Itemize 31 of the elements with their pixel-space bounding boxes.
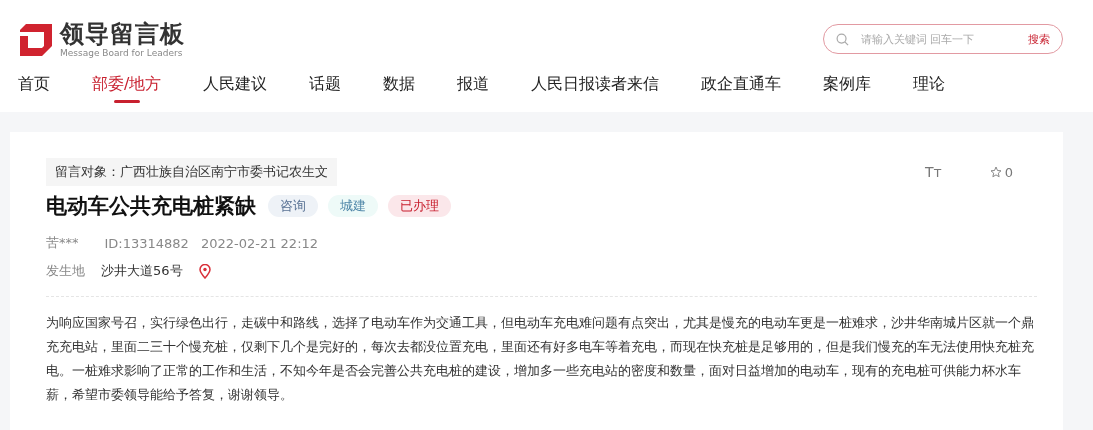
tag: 城建 [328, 195, 378, 217]
search-button[interactable]: 搜索 [1028, 31, 1050, 47]
star-icon [989, 166, 1002, 178]
message-title: 电动车公共充电桩紧缺 [46, 193, 256, 220]
logo-icon [18, 22, 54, 56]
site-title: 领导留言板 [60, 19, 185, 48]
nav-tab[interactable]: 理论 [913, 74, 946, 108]
tag: 已办理 [388, 195, 451, 217]
site-subtitle: Message Board for Leaders [60, 47, 184, 59]
favorite-button[interactable]: 0 [989, 164, 1013, 180]
location-label: 发生地 [46, 262, 85, 280]
post-time: 2022-02-21 22:12 [200, 235, 319, 251]
message-id: ID:13314882 [104, 235, 189, 251]
nav-tab[interactable]: 数据 [383, 74, 416, 108]
nav-tab[interactable]: 报道 [457, 74, 490, 108]
location-text: 沙井大道56号 [101, 262, 183, 280]
nav-tab[interactable]: 政企直通车 [701, 74, 782, 108]
font-size-button[interactable]: Tт [925, 164, 942, 180]
message-body: 为响应国家号召，实行绿色出行，走碳中和路线，选择了电动车作为交通工具，但电动车充电难问题有点突出，尤其是慢充的电动车更是一桩难求，沙井华南城片区就一个鼎充充电站，里面二三十个慢充桩，仅剩下几个是完好的，每次去都没位置充电，里面还有好多电车等着充电，而现在快充桩是足够用的，但是我们慢充的车无法使用快充桩充电。一桩难求影响了正常的工作和生活，不知今年是否会完善公共充电桩的建设，增加多一些充电站的密度和数量，面对日益增加的电动车，现有的充电桩可供能力杯水车薪，希望市委领导能给予答复，谢谢领导。 [46, 296, 1037, 407]
nav-tab[interactable]: 案例库 [823, 74, 872, 108]
nav-tab[interactable]: 话题 [309, 74, 342, 108]
active-underline [113, 100, 140, 103]
tag: 咨询 [268, 195, 318, 217]
recipient-label: 留言对象：广西壮族自治区南宁市委书记农生文 [46, 158, 337, 186]
nav-tab[interactable]: 首页 [18, 74, 50, 108]
author-name: 苦*** [46, 234, 79, 252]
location-pin-icon [198, 263, 211, 279]
search-icon [836, 32, 849, 46]
nav-tab[interactable]: 人民建议 [203, 74, 268, 108]
nav-tab[interactable]: 部委/地方 [92, 74, 162, 108]
nav-tab[interactable]: 人民日报读者来信 [531, 74, 660, 108]
